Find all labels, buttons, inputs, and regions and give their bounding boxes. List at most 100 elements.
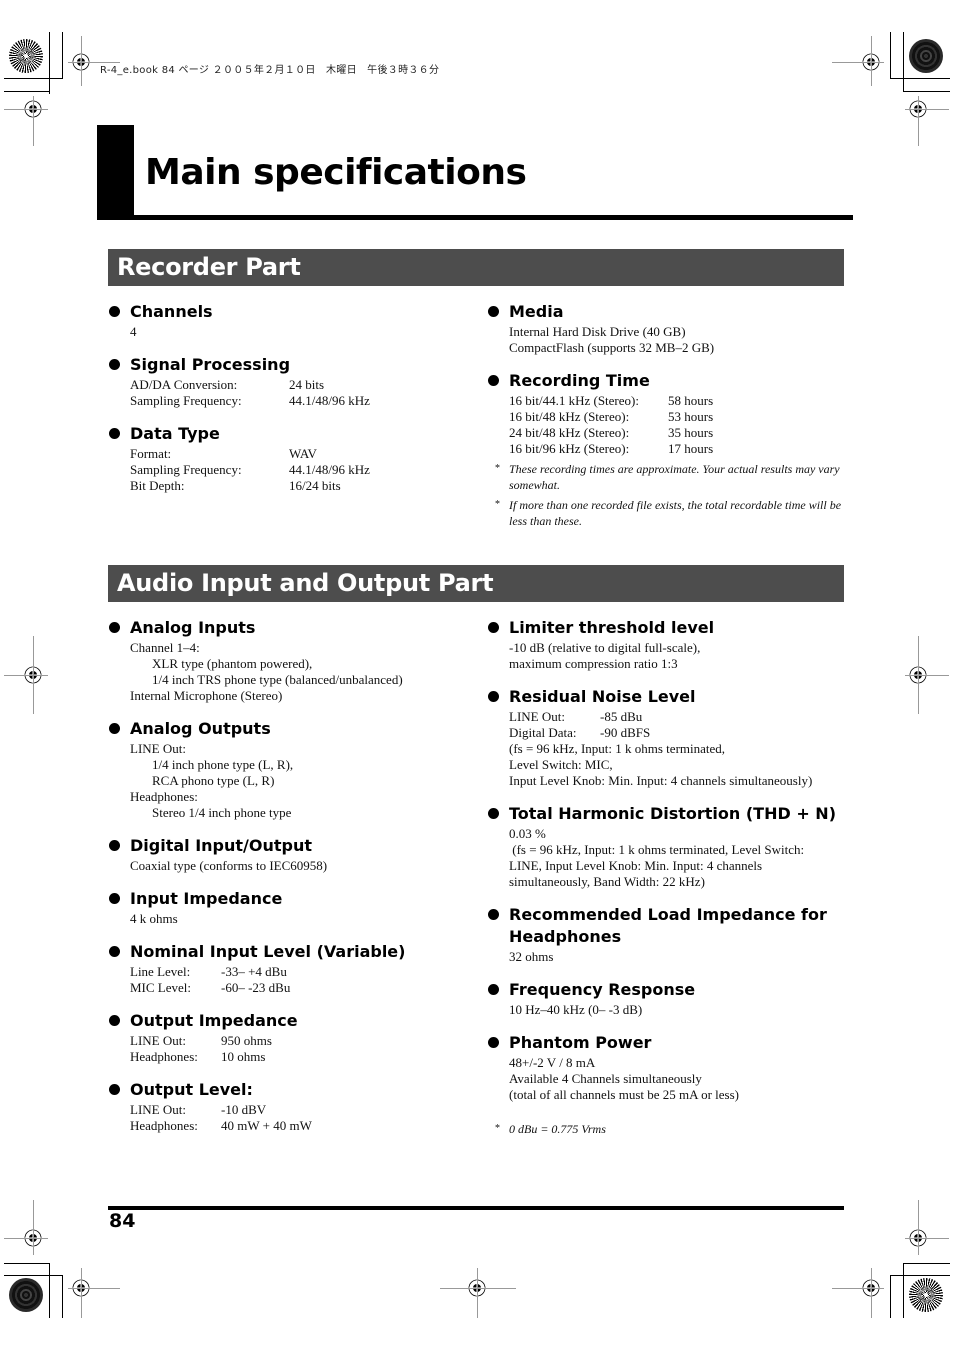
- footer-rule: [108, 1206, 844, 1210]
- bullet-icon: [109, 1084, 120, 1095]
- spec-heading-text: Analog Outputs: [130, 719, 271, 738]
- crop-mark: [890, 1275, 950, 1276]
- page-number: 84: [109, 1210, 136, 1232]
- spec-heading: Nominal Input Level (Variable): [108, 941, 478, 963]
- spec-heading: Data Type: [108, 423, 478, 445]
- spec-row: Bit Depth: 16/24 bits: [130, 478, 478, 494]
- spec-row: Headphones: 40 mW + 40 mW: [130, 1118, 478, 1134]
- spec-line: Available 4 Channels simultaneously: [509, 1071, 702, 1086]
- crop-mark: [890, 32, 891, 79]
- spec-label: LINE Out:: [509, 709, 565, 724]
- spec-body: LINE Out: 1/4 inch phone type (L, R), RCA …: [108, 741, 478, 821]
- spec-line: 10 Hz–40 kHz (0– -3 dB): [509, 1002, 643, 1017]
- spec-body: AD/DA Conversion: 24 bits Sampling Frequen…: [108, 377, 478, 409]
- spec-heading-text: Recording Time: [509, 371, 650, 390]
- spec-value: 950 ohms: [221, 1033, 272, 1048]
- spec-row: Sampling Frequency: 44.1/48/96 kHz: [130, 393, 478, 409]
- spec-value: -10 dBV: [221, 1102, 267, 1117]
- crop-mark: [903, 32, 904, 92]
- registration-wheel-icon: [909, 39, 943, 73]
- spec-line: 1/4 inch TRS phone type (balanced/unbala…: [152, 672, 403, 687]
- spec-item: Data Type Format: WAV Sampling Frequency: 44…: [108, 423, 478, 494]
- book-file-header: R-4_e.book 84 ページ ２００５年２月１０日 木曜日 午後３時３６分: [100, 65, 440, 76]
- crop-mark: [903, 1263, 950, 1264]
- spec-line: RCA phono type (L, R): [152, 773, 275, 788]
- spec-line: 4 k ohms: [130, 911, 178, 926]
- spec-value: 17 hours: [668, 441, 714, 456]
- bullet-icon: [488, 984, 499, 995]
- spec-line: XLR type (phantom powered),: [152, 656, 313, 671]
- bullet-icon: [109, 306, 120, 317]
- spec-line: LINE Out:: [130, 741, 186, 756]
- spec-value: 58 hours: [668, 393, 714, 408]
- spec-line: Internal Hard Disk Drive (40 GB): [509, 324, 686, 339]
- spec-item: Output Impedance LINE Out: 950 ohms Headpho…: [108, 1010, 478, 1065]
- spec-heading-text: Signal Processing: [130, 355, 291, 374]
- spec-line: Level Switch: MIC,: [509, 757, 613, 772]
- spec-body: 16 bit/44.1 kHz (Stereo): 58 hours 16 bit/…: [487, 393, 844, 457]
- spec-row: LINE Out: 950 ohms: [130, 1033, 478, 1049]
- spec-row: Sampling Frequency: 44.1/48/96 kHz: [130, 462, 478, 478]
- spec-label: Format:: [130, 446, 172, 461]
- spec-line: (fs = 96 kHz, Input: 1 k ohms terminated…: [509, 842, 805, 857]
- spec-heading-text: Recommended Load Impedance for Headphone…: [509, 905, 827, 946]
- spec-heading: Channels: [108, 301, 478, 323]
- spec-heading-text: Output Level:: [130, 1080, 253, 1099]
- footnote: * These recording times are approximate. …: [487, 461, 844, 493]
- spec-label: AD/DA Conversion:: [130, 377, 238, 392]
- spec-row: Headphones: 10 ohms: [130, 1049, 478, 1065]
- spec-heading-text: Output Impedance: [130, 1011, 298, 1030]
- title-underline: [97, 215, 853, 220]
- spec-body: 0.03 % (fs = 96 kHz, Input: 1 k ohms ter…: [487, 826, 844, 890]
- spec-heading: Output Impedance: [108, 1010, 478, 1032]
- crop-mark: [890, 78, 950, 79]
- spec-line: LINE, Input Level Knob: Min. Input: 4 ch…: [509, 858, 763, 873]
- spec-heading-text: Total Harmonic Distortion (THD + N): [509, 804, 837, 823]
- spec-row: Line Level: -33– +4 dBu: [130, 964, 478, 980]
- spec-value: 44.1/48/96 kHz: [289, 393, 370, 408]
- spec-heading: Input Impedance: [108, 888, 478, 910]
- spec-heading: Analog Inputs: [108, 617, 478, 639]
- spec-value: 53 hours: [668, 409, 714, 424]
- spec-heading-text: Data Type: [130, 424, 220, 443]
- bullet-icon: [109, 428, 120, 439]
- footnote: * If more than one recorded file exists, …: [487, 497, 844, 529]
- registration-wheel-icon: [9, 39, 43, 73]
- spec-body: 32 ohms: [487, 949, 844, 965]
- spec-body: 4 k ohms: [108, 911, 478, 927]
- spec-heading: Limiter threshold level: [487, 617, 844, 639]
- page-title: Main specifications: [145, 152, 527, 193]
- spec-heading: Recommended Load Impedance for Headphone…: [487, 904, 844, 948]
- spec-body: LINE Out: -10 dBV Headphones: 40 mW + 40 mW: [108, 1102, 478, 1134]
- spec-item: Phantom Power 48+/-2 V / 8 mA Available 4 …: [487, 1032, 844, 1137]
- crop-mark: [4, 1275, 62, 1276]
- bullet-icon: [109, 946, 120, 957]
- title-accent-block: [97, 125, 134, 218]
- spec-label: Digital Data:: [509, 725, 577, 740]
- spec-line: (total of all channels must be 25 mA or …: [509, 1087, 739, 1102]
- spec-line: 48+/-2 V / 8 mA: [509, 1055, 596, 1070]
- spec-item: Recording Time 16 bit/44.1 kHz (Stereo): 5…: [487, 370, 844, 529]
- spec-value: 16/24 bits: [289, 478, 341, 493]
- spec-line: Headphones:: [130, 789, 198, 804]
- spec-value: -90 dBFS: [600, 725, 651, 740]
- crop-mark: [890, 1275, 891, 1318]
- spec-heading-text: Input Impedance: [130, 889, 283, 908]
- crop-mark: [4, 78, 62, 79]
- spec-label: Headphones:: [130, 1118, 198, 1133]
- section-header-audio-io: Audio Input and Output Part: [108, 565, 844, 602]
- crop-mark: [62, 32, 63, 79]
- spec-heading-text: Media: [509, 302, 564, 321]
- spec-item: Input Impedance 4 k ohms: [108, 888, 478, 927]
- spec-heading: Phantom Power: [487, 1032, 844, 1054]
- spec-body: Coaxial type (conforms to IEC60958): [108, 858, 478, 874]
- spec-line: 32 ohms: [509, 949, 554, 964]
- spec-label: 16 bit/48 kHz (Stereo):: [509, 409, 630, 424]
- spec-heading: Digital Input/Output: [108, 835, 478, 857]
- asterisk-icon: *: [495, 463, 500, 474]
- bullet-icon: [488, 375, 499, 386]
- spec-heading-text: Phantom Power: [509, 1033, 652, 1052]
- spec-body: 4: [108, 324, 478, 340]
- spec-item: Limiter threshold level -10 dB (relative …: [487, 617, 844, 672]
- spec-line: CompactFlash (supports 32 MB–2 GB): [509, 340, 715, 355]
